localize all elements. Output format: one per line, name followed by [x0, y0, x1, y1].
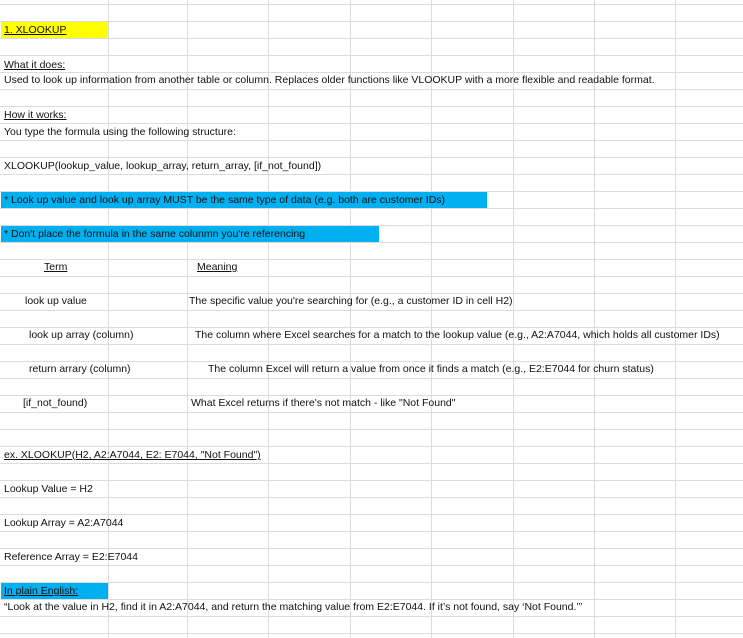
grid-row-line: [0, 582, 743, 583]
note-same-data-type[interactable]: * Look up value and look up array MUST b…: [2, 192, 445, 208]
grid-row-line: [0, 633, 743, 634]
table-row-term[interactable]: [if_not_found): [21, 395, 87, 411]
what-it-does-text[interactable]: Used to look up information from another…: [2, 72, 655, 88]
grid-row-line: [0, 344, 743, 345]
table-header-term[interactable]: Term: [42, 259, 67, 275]
grid-row-line: [0, 259, 743, 260]
grid-row-line: [0, 4, 743, 5]
grid-row-line: [0, 55, 743, 56]
grid-col-line: [108, 0, 109, 638]
table-row-meaning[interactable]: What Excel returns if there's not match …: [189, 395, 455, 411]
what-it-does-heading[interactable]: What it does:: [2, 57, 65, 73]
grid-row-line: [0, 565, 743, 566]
section-title[interactable]: 1. XLOOKUP: [2, 22, 66, 38]
grid-row-line: [0, 531, 743, 532]
grid-row-line: [0, 276, 743, 277]
grid-col-line: [513, 0, 514, 638]
formula-syntax[interactable]: XLOOKUP(lookup_value, lookup_array, retu…: [2, 158, 321, 174]
grid-col-line: [268, 0, 269, 638]
grid-row-line: [0, 89, 743, 90]
table-row-meaning[interactable]: The column Excel will return a value fro…: [206, 361, 654, 377]
grid-row-line: [0, 310, 743, 311]
grid-col-line: [187, 0, 188, 638]
grid-row-line: [0, 429, 743, 430]
grid-row-line: [0, 242, 743, 243]
grid-row-line: [0, 378, 743, 379]
table-row-meaning[interactable]: The column where Excel searches for a ma…: [193, 327, 720, 343]
grid-row-line: [0, 616, 743, 617]
grid-row-line: [0, 208, 743, 209]
reference-array-line[interactable]: Reference Array = E2:E7044: [2, 549, 138, 565]
grid-row-line: [0, 480, 743, 481]
grid-row-line: [0, 174, 743, 175]
grid-col-line: [675, 0, 676, 638]
grid-row-line: [0, 140, 743, 141]
grid-row-line: [0, 106, 743, 107]
grid-row-line: [0, 463, 743, 464]
grid-row-line: [0, 497, 743, 498]
grid-row-line: [0, 21, 743, 22]
grid-row-line: [0, 38, 743, 39]
grid-row-line: [0, 412, 743, 413]
how-it-works-heading[interactable]: How it works:: [2, 107, 66, 123]
table-row-meaning[interactable]: The specific value you're searching for …: [187, 293, 513, 309]
table-row-term[interactable]: return arrary (column): [27, 361, 131, 377]
grid-col-line: [350, 0, 351, 638]
grid-col-line: [594, 0, 595, 638]
table-row-term[interactable]: look up array (column): [27, 327, 133, 343]
note-same-column[interactable]: * Don't place the formula in the same co…: [2, 226, 305, 242]
table-header-meaning[interactable]: Meaning: [195, 259, 237, 275]
table-row-term[interactable]: look up value: [23, 293, 87, 309]
lookup-value-line[interactable]: Lookup Value = H2: [2, 481, 93, 497]
plain-english-heading[interactable]: In plain English:: [2, 583, 78, 599]
example-formula[interactable]: ex. XLOOKUP(H2, A2:A7044, E2: E7044, "No…: [2, 447, 261, 463]
how-it-works-text[interactable]: You type the formula using the following…: [2, 124, 236, 140]
lookup-array-line[interactable]: Lookup Array = A2:A7044: [2, 515, 123, 531]
grid-col-line: [431, 0, 432, 638]
spreadsheet-grid[interactable]: 1. XLOOKUP What it does: Used to look up…: [0, 0, 743, 638]
plain-english-text[interactable]: “Look at the value in H2, find it in A2:…: [2, 599, 582, 615]
